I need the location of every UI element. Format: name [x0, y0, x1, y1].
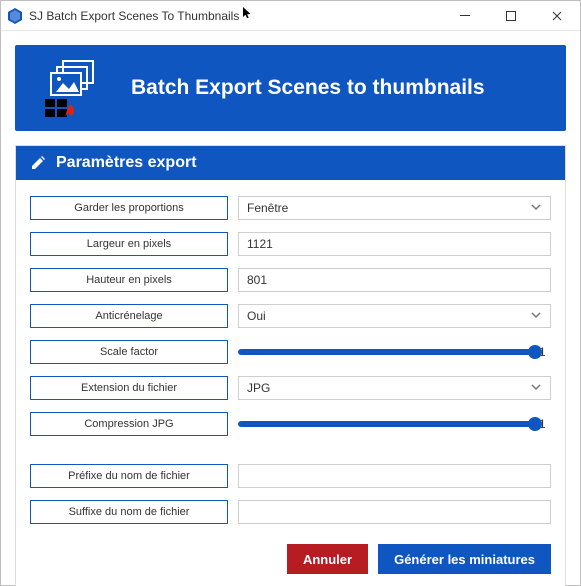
- maximize-button[interactable]: [488, 1, 534, 31]
- window-title: SJ Batch Export Scenes To Thumbnails: [29, 9, 239, 23]
- cancel-button[interactable]: Annuler: [287, 544, 368, 574]
- form: Garder les proportions Fenêtre Largeur e…: [16, 180, 565, 536]
- label-jpg-compression: Compression JPG: [30, 412, 228, 436]
- row-suffix: Suffixe du nom de fichier: [30, 498, 551, 526]
- row-jpg-compression: Compression JPG 1: [30, 410, 551, 438]
- logo-icon: [39, 59, 109, 117]
- row-width: Largeur en pixels: [30, 230, 551, 258]
- label-antialias: Anticrénelage: [30, 304, 228, 328]
- row-antialias: Anticrénelage Oui: [30, 302, 551, 330]
- chevron-down-icon: [530, 381, 542, 396]
- input-height[interactable]: [238, 268, 551, 292]
- titlebar: SJ Batch Export Scenes To Thumbnails: [1, 1, 580, 31]
- row-scale-factor: Scale factor 1: [30, 338, 551, 366]
- pencil-icon: [30, 155, 46, 171]
- chevron-down-icon: [530, 201, 542, 216]
- row-keep-proportions: Garder les proportions Fenêtre: [30, 194, 551, 222]
- label-scale-factor: Scale factor: [30, 340, 228, 364]
- row-prefix: Préfixe du nom de fichier: [30, 462, 551, 490]
- label-height: Hauteur en pixels: [30, 268, 228, 292]
- input-suffix[interactable]: [238, 500, 551, 524]
- chevron-down-icon: [530, 309, 542, 324]
- select-value: JPG: [247, 381, 270, 395]
- select-value: Fenêtre: [247, 201, 288, 215]
- section-header: Paramètres export: [16, 146, 565, 180]
- settings-card: Paramètres export Garder les proportions…: [15, 145, 566, 586]
- label-file-ext: Extension du fichier: [30, 376, 228, 400]
- client-area: Batch Export Scenes to thumbnails Paramè…: [1, 31, 580, 586]
- row-file-ext: Extension du fichier JPG: [30, 374, 551, 402]
- label-prefix: Préfixe du nom de fichier: [30, 464, 228, 488]
- app-window: SJ Batch Export Scenes To Thumbnails: [0, 0, 581, 586]
- generate-button[interactable]: Générer les miniatures: [378, 544, 551, 574]
- cursor-icon: [241, 6, 255, 25]
- row-height: Hauteur en pixels: [30, 266, 551, 294]
- banner: Batch Export Scenes to thumbnails: [15, 45, 566, 131]
- input-width[interactable]: [238, 232, 551, 256]
- app-icon: [7, 8, 23, 24]
- banner-title: Batch Export Scenes to thumbnails: [131, 76, 485, 100]
- minimize-button[interactable]: [442, 1, 488, 31]
- select-antialias[interactable]: Oui: [238, 304, 551, 328]
- input-prefix[interactable]: [238, 464, 551, 488]
- slider-scale-factor[interactable]: [238, 343, 535, 361]
- section-title: Paramètres export: [56, 154, 197, 172]
- select-value: Oui: [247, 309, 266, 323]
- select-file-ext[interactable]: JPG: [238, 376, 551, 400]
- label-suffix: Suffixe du nom de fichier: [30, 500, 228, 524]
- label-keep-proportions: Garder les proportions: [30, 196, 228, 220]
- actions: Annuler Générer les miniatures: [16, 536, 565, 586]
- label-width: Largeur en pixels: [30, 232, 228, 256]
- select-keep-proportions[interactable]: Fenêtre: [238, 196, 551, 220]
- close-button[interactable]: [534, 1, 580, 31]
- slider-jpg-compression[interactable]: [238, 415, 535, 433]
